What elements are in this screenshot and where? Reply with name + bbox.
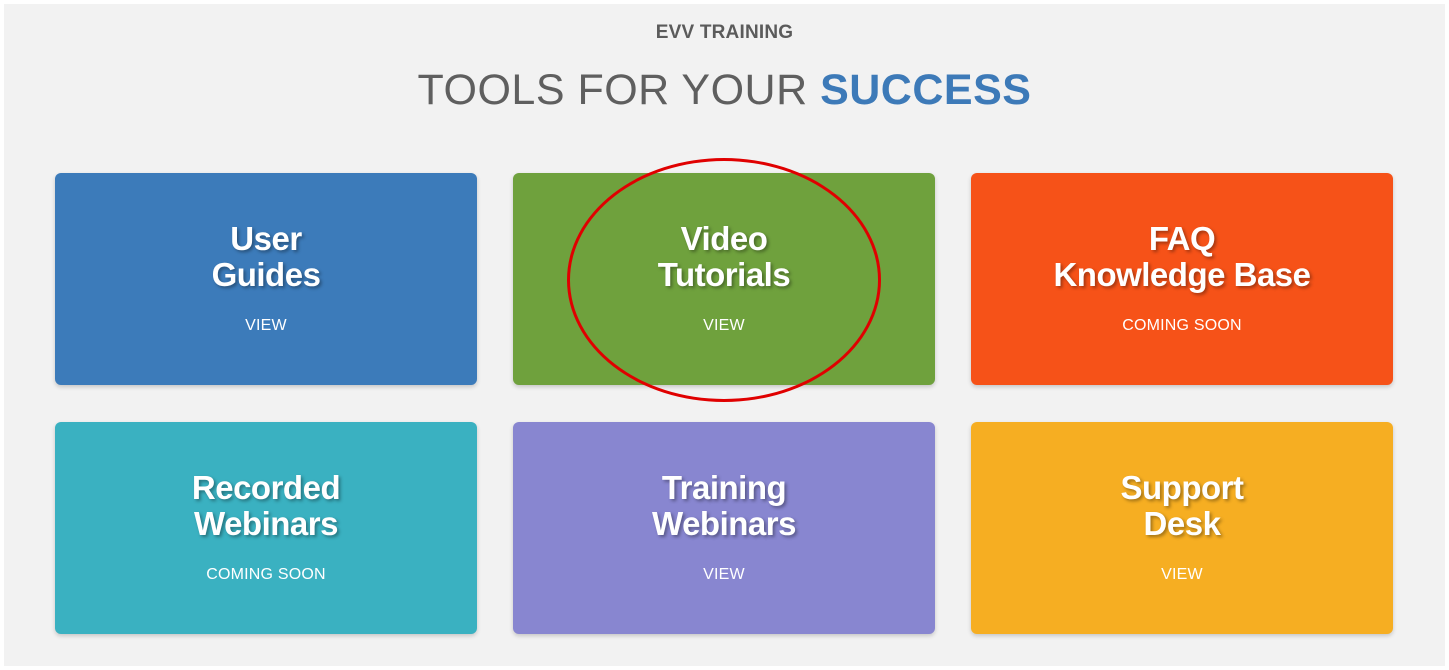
card-title-line: Video	[680, 220, 768, 257]
headline-accent: SUCCESS	[820, 66, 1032, 114]
headline-prefix: TOOLS FOR YOUR	[417, 66, 821, 114]
card-view-link[interactable]: VIEW	[513, 317, 935, 335]
card-view-link[interactable]: VIEW	[513, 566, 935, 584]
card-title: Support Desk	[971, 470, 1393, 542]
section-eyebrow: EVV TRAINING	[655, 22, 794, 43]
card-title-line: User	[230, 220, 302, 257]
card-title-line: Recorded	[191, 469, 341, 506]
card-coming-soon-label: COMING SOON	[206, 566, 326, 583]
card-view-link[interactable]: VIEW	[971, 566, 1393, 584]
card-view-link[interactable]: VIEW	[55, 317, 477, 335]
card-coming-soon-label: COMING SOON	[1122, 317, 1242, 334]
card-title-line: Webinars	[194, 505, 338, 542]
card-title: Training Webinars	[513, 470, 935, 542]
card-title-line: Guides	[211, 256, 321, 293]
card-title: Video Tutorials	[513, 221, 935, 293]
card-title-line: Support	[1120, 469, 1244, 506]
card-title-line: Training	[661, 469, 787, 506]
card-training-webinars[interactable]: Training Webinars VIEW	[513, 422, 935, 634]
card-title-line: Webinars	[652, 505, 796, 542]
card-title-line: Knowledge Base	[1053, 256, 1311, 293]
card-user-guides[interactable]: User Guides VIEW	[55, 173, 477, 385]
card-title-line: Desk	[1143, 505, 1221, 542]
card-title-line: Tutorials	[657, 256, 791, 293]
card-title: FAQ Knowledge Base	[971, 221, 1393, 293]
card-recorded-webinars[interactable]: Recorded Webinars COMING SOON	[55, 422, 477, 634]
card-title: Recorded Webinars	[55, 470, 477, 542]
page-headline: TOOLS FOR YOUR SUCCESS	[4, 66, 1445, 115]
card-faq-knowledge-base[interactable]: FAQ Knowledge Base COMING SOON	[971, 173, 1393, 385]
card-video-tutorials[interactable]: Video Tutorials VIEW	[513, 173, 935, 385]
card-support-desk[interactable]: Support Desk VIEW	[971, 422, 1393, 634]
training-page: EVV TRAINING TOOLS FOR YOUR SUCCESS User…	[4, 4, 1445, 666]
card-title: User Guides	[55, 221, 477, 293]
card-title-line: FAQ	[1148, 220, 1216, 257]
